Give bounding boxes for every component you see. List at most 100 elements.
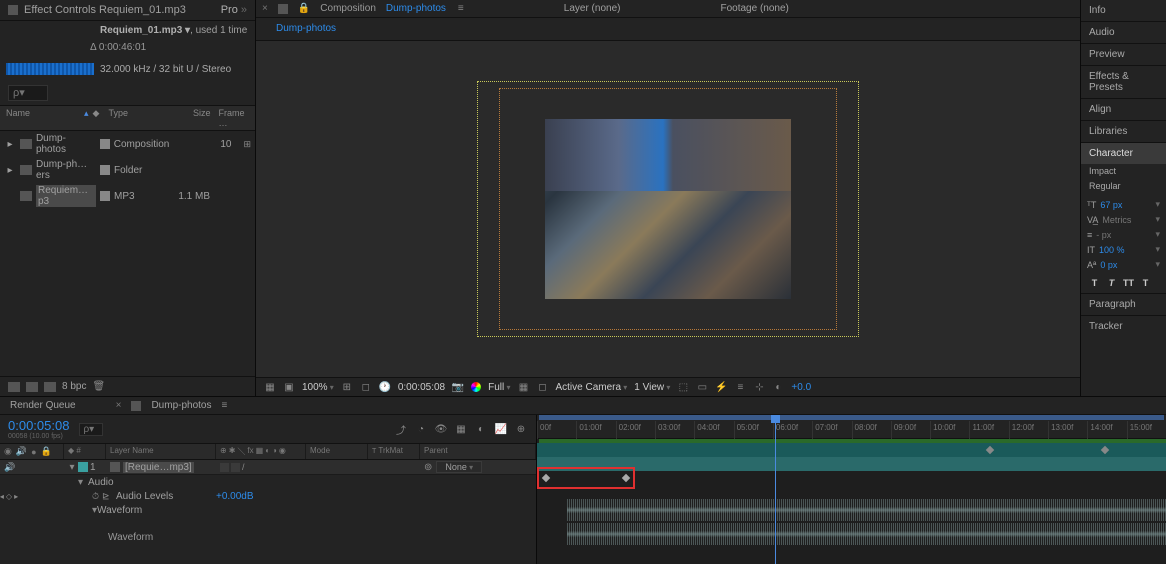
expression-icon[interactable]: ⊵ [102, 491, 110, 502]
view-layout-dropdown[interactable]: 1 View [634, 382, 670, 393]
zoom-dropdown[interactable]: 100% [302, 382, 334, 393]
pro-badge[interactable]: Pro [221, 4, 247, 16]
layer-tab[interactable]: Layer (none) [564, 3, 621, 14]
trkmat-col[interactable]: TrkMat [378, 446, 403, 455]
font-family[interactable]: Impact [1081, 164, 1166, 181]
work-area-bar[interactable] [539, 415, 1164, 420]
video-col-icon[interactable]: ◉ [4, 446, 12, 457]
layer-duration-bar[interactable] [537, 443, 1166, 457]
resolution-icon[interactable]: ⊞ [341, 381, 353, 393]
trash-icon[interactable]: 🗑 [92, 381, 105, 392]
audio-enabled-icon[interactable]: 🔊 [4, 462, 15, 473]
dropdown-icon[interactable]: ▾ [1155, 229, 1160, 240]
parent-col[interactable]: Parent [420, 444, 536, 459]
timeline-column-header[interactable]: ◉🔊●🔒 ◆ # Layer Name ⊕✱＼fx▦◐◑◉ Mode T Trk… [0, 444, 536, 460]
panel-grip-icon[interactable] [131, 401, 141, 411]
allcaps-button[interactable]: TT [1121, 276, 1136, 290]
info-panel-tab[interactable]: Info [1081, 0, 1166, 21]
flowchart-icon[interactable]: ⊹ [753, 381, 765, 393]
solo-col-icon[interactable]: ● [31, 447, 36, 457]
ruler-tick[interactable]: 05:00f [734, 421, 773, 439]
label-swatch[interactable] [100, 191, 110, 201]
label-swatch[interactable] [100, 165, 110, 175]
ruler-tick[interactable]: 10:00f [930, 421, 969, 439]
align-panel-tab[interactable]: Align [1081, 99, 1166, 120]
always-preview-icon[interactable]: ▦ [264, 381, 276, 393]
label-col-icon[interactable]: ◆ [68, 446, 74, 455]
sort-indicator-icon[interactable]: ▴ [84, 108, 89, 128]
composition-viewport[interactable] [256, 41, 1080, 377]
render-queue-tab[interactable]: Render Queue [10, 400, 76, 411]
pixel-aspect-icon[interactable]: ▭ [696, 381, 708, 393]
ruler-tick[interactable]: 02:00f [616, 421, 655, 439]
smallcaps-button[interactable]: T [1138, 276, 1153, 290]
preview-panel-tab[interactable]: Preview [1081, 44, 1166, 65]
dropdown-icon[interactable]: ▾ [1155, 214, 1160, 225]
frame-blend-icon[interactable]: ▦ [454, 422, 468, 436]
audio-col-icon[interactable]: 🔊 [16, 446, 27, 457]
pickwhip-icon[interactable]: ⊚ [424, 462, 432, 473]
mode-col[interactable]: Mode [306, 444, 368, 459]
footage-tab[interactable]: Footage (none) [720, 3, 788, 14]
item-name[interactable]: Dump-photos [36, 133, 96, 155]
next-key-icon[interactable]: ▸ [14, 492, 18, 501]
panel-grip-icon[interactable] [278, 4, 288, 14]
ruler-tick[interactable]: 07:00f [812, 421, 851, 439]
comp-mini-flowchart-icon[interactable]: ⤴ [394, 422, 408, 436]
share-view-icon[interactable]: ⬚ [677, 381, 689, 393]
project-columns-header[interactable]: Name ▴ ◆ Type Size Frame … [0, 105, 255, 131]
graph-editor-icon[interactable]: 📈 [494, 422, 508, 436]
paragraph-panel-tab[interactable]: Paragraph [1081, 294, 1166, 315]
libraries-panel-tab[interactable]: Libraries [1081, 121, 1166, 142]
audio-group-row[interactable]: ▾ Audio [0, 475, 536, 489]
audio-levels-row[interactable]: ◂◇▸ ⏱⊵ Audio Levels +0.00dB [0, 489, 536, 503]
comp-breadcrumb[interactable]: Dump-photos [276, 23, 336, 34]
layer-label-swatch[interactable] [78, 462, 88, 472]
baseline-value[interactable]: 0 px [1100, 260, 1117, 270]
layer-name[interactable]: [Requie…mp3] [123, 462, 194, 473]
new-folder-icon[interactable] [26, 382, 38, 392]
switch-icon[interactable] [220, 463, 229, 472]
fast-previews-icon[interactable]: ⚡ [715, 381, 727, 393]
item-name[interactable]: Dump-ph…ers [36, 159, 96, 181]
composition-name-link[interactable]: Dump-photos [386, 3, 446, 14]
label-swatch[interactable] [100, 139, 110, 149]
layer-name-col[interactable]: Layer Name [106, 444, 216, 459]
ruler-tick[interactable]: 04:00f [694, 421, 733, 439]
timeline-icon[interactable]: ≡ [734, 381, 746, 393]
layer-disclosure-icon[interactable]: ▾ [68, 462, 76, 473]
kerning-value[interactable]: Metrics [1102, 215, 1131, 225]
parent-dropdown[interactable]: None [436, 461, 482, 473]
interpret-footage-icon[interactable] [8, 382, 20, 392]
col-size[interactable]: Size [165, 108, 211, 128]
timeline-comp-tab[interactable]: Dump-photos [151, 400, 211, 411]
ruler-tick[interactable]: 13:00f [1048, 421, 1087, 439]
character-panel-tab[interactable]: Character [1081, 143, 1166, 164]
bpc-button[interactable]: 8 bpc [62, 381, 86, 392]
source-file-name[interactable]: Requiem_01.mp3 ▾ [100, 25, 190, 36]
flowchart-icon[interactable]: ⊞ [243, 139, 251, 150]
ruler-tick[interactable]: 09:00f [891, 421, 930, 439]
leading-value[interactable]: - px [1096, 230, 1111, 240]
channel-icon[interactable] [471, 382, 481, 392]
panel-menu-icon[interactable]: ≡ [221, 400, 227, 411]
bold-button[interactable]: T [1087, 276, 1102, 290]
snapshot-icon[interactable]: 📷 [452, 381, 464, 393]
current-time[interactable]: 0:00:05:08 [398, 382, 445, 393]
close-tab-icon[interactable]: × [262, 3, 268, 14]
motion-blur-icon[interactable]: ◐ [474, 422, 488, 436]
ruler-tick[interactable]: 08:00f [852, 421, 891, 439]
panel-menu-icon[interactable]: ≡ [458, 3, 464, 14]
italic-button[interactable]: T [1104, 276, 1119, 290]
ruler-tick[interactable]: 03:00f [655, 421, 694, 439]
camera-dropdown[interactable]: Active Camera [555, 382, 627, 393]
timeline-timecode[interactable]: 0:00:05:08 [8, 418, 69, 433]
ruler-tick[interactable]: 15:00f [1127, 421, 1166, 439]
col-label-icon[interactable]: ◆ [93, 108, 109, 128]
vscale-value[interactable]: 100 % [1099, 245, 1125, 255]
resolution-dropdown[interactable]: Full [488, 382, 510, 393]
brainstorm-icon[interactable]: ⊕ [514, 422, 528, 436]
dropdown-icon[interactable]: ▾ [1155, 259, 1160, 270]
col-frame[interactable]: Frame … [211, 108, 249, 128]
timecode-icon[interactable]: 🕐 [379, 381, 391, 393]
